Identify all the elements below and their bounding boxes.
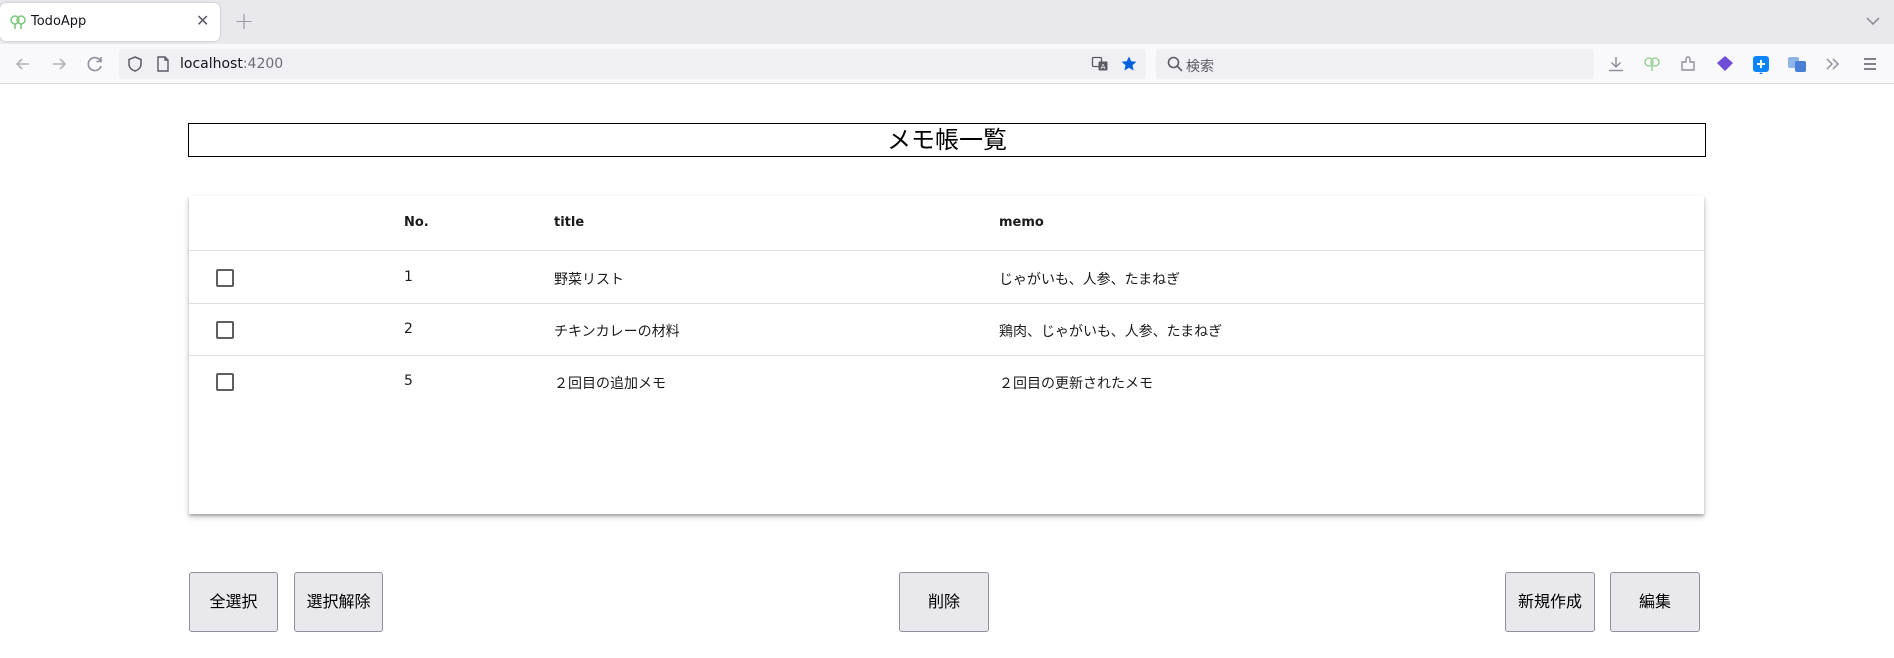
cell-title: ２回目の追加メモ (554, 376, 666, 392)
search-icon (1167, 56, 1183, 72)
add-extension-icon[interactable] (1751, 54, 1771, 74)
url-text[interactable]: localhost:4200 (180, 56, 283, 72)
memo-table: No. title memo 1 野菜リスト じゃがいも、人参、たまねぎ 2 チ… (189, 196, 1704, 514)
app-favicon-icon (10, 15, 26, 29)
search-bar[interactable]: 検索 (1156, 49, 1594, 79)
cell-memo: 鶏肉、じゃがいも、人参、たまねぎ (999, 324, 1223, 340)
edit-button[interactable]: 編集 (1610, 572, 1700, 632)
close-icon[interactable]: ✕ (196, 12, 209, 30)
overflow-chevrons-icon[interactable] (1823, 54, 1843, 74)
cell-title: 野菜リスト (554, 272, 624, 288)
table-row[interactable]: 2 チキンカレーの材料 鶏肉、じゃがいも、人参、たまねぎ (189, 304, 1704, 356)
extensions-puzzle-icon[interactable] (1678, 54, 1698, 74)
table-row[interactable]: 1 野菜リスト じゃがいも、人参、たまねぎ (189, 252, 1704, 304)
extension-leaf-icon[interactable] (1642, 54, 1662, 74)
deselect-button[interactable]: 選択解除 (294, 572, 383, 632)
cell-memo: ２回目の更新されたメモ (999, 376, 1153, 392)
column-header-no[interactable]: No. (404, 215, 429, 230)
new-tab-icon[interactable]: + (234, 8, 254, 34)
row-checkbox[interactable] (216, 373, 234, 391)
search-placeholder: 検索 (1186, 59, 1214, 75)
row-checkbox[interactable] (216, 321, 234, 339)
page-icon[interactable] (154, 55, 172, 73)
layers-extension-icon[interactable] (1715, 54, 1735, 74)
tab-title: TodoApp (31, 14, 87, 29)
bookmark-star-icon[interactable] (1120, 55, 1138, 73)
column-header-memo[interactable]: memo (999, 215, 1044, 230)
back-arrow-icon[interactable] (12, 53, 34, 75)
cell-memo: じゃがいも、人参、たまねぎ (999, 272, 1181, 288)
url-host: localhost (180, 56, 243, 72)
cell-no: 1 (404, 269, 413, 285)
navigation-toolbar: localhost:4200 A 検索 (0, 44, 1894, 84)
url-port: :4200 (242, 56, 284, 72)
translate-extension-icon[interactable] (1787, 54, 1807, 74)
translate-icon[interactable]: A (1091, 55, 1109, 73)
shield-icon[interactable] (126, 55, 144, 73)
select-all-button[interactable]: 全選択 (189, 572, 278, 632)
chevron-down-icon[interactable] (1864, 12, 1882, 30)
menu-icon[interactable] (1860, 54, 1880, 74)
row-checkbox[interactable] (216, 269, 234, 287)
create-new-button[interactable]: 新規作成 (1505, 572, 1595, 632)
column-header-title[interactable]: title (554, 215, 584, 230)
url-bar[interactable]: localhost:4200 A (119, 49, 1146, 79)
tab-bar: TodoApp ✕ + (0, 0, 1894, 44)
cell-no: 2 (404, 321, 413, 337)
delete-button[interactable]: 削除 (899, 572, 989, 632)
cell-no: 5 (404, 373, 413, 389)
table-row[interactable]: 5 ２回目の追加メモ ２回目の更新されたメモ (189, 356, 1704, 408)
reload-icon[interactable] (84, 53, 106, 75)
svg-text:A: A (1101, 63, 1106, 71)
browser-tab[interactable]: TodoApp ✕ (0, 3, 220, 41)
forward-arrow-icon[interactable] (48, 53, 70, 75)
cell-title: チキンカレーの材料 (554, 324, 680, 340)
page-title: メモ帳一覧 (188, 123, 1706, 157)
table-header-row: No. title memo (189, 196, 1704, 251)
download-icon[interactable] (1606, 54, 1626, 74)
